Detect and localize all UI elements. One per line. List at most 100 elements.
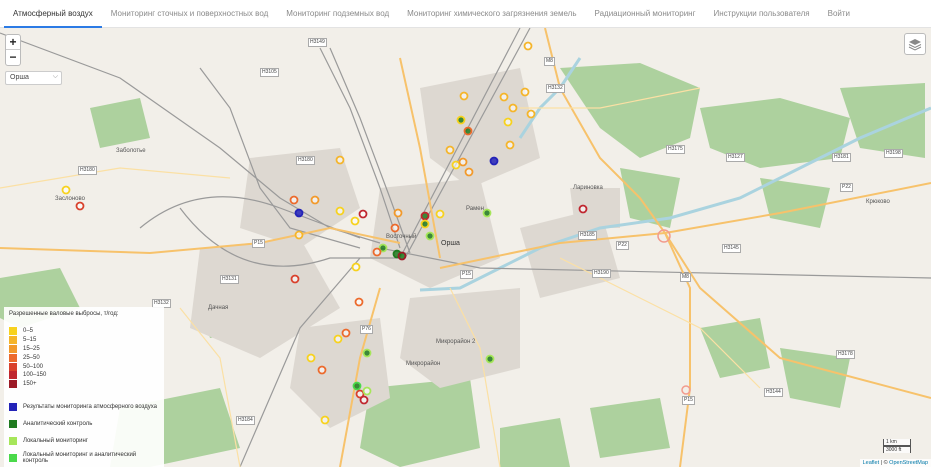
enterprise-marker[interactable]: [320, 415, 330, 425]
enterprise-marker[interactable]: [482, 208, 492, 218]
legend-scale-item: 50–100: [9, 362, 159, 371]
enterprise-marker[interactable]: [520, 87, 530, 97]
enterprise-marker[interactable]: [397, 251, 407, 261]
enterprise-marker[interactable]: [445, 145, 455, 155]
enterprise-marker[interactable]: [508, 103, 518, 113]
enterprise-marker[interactable]: [526, 109, 536, 119]
road-label: H3178: [836, 350, 855, 359]
legend-swatch: [9, 380, 17, 389]
tab-radiation-monitoring[interactable]: Радиационный мониторинг: [586, 0, 705, 28]
tab-user-instructions[interactable]: Инструкции пользователя: [705, 0, 819, 28]
enterprise-marker[interactable]: [294, 230, 304, 240]
tab-atmospheric-air[interactable]: Атмосферный воздух: [4, 0, 102, 28]
leaflet-link[interactable]: Leaflet: [863, 460, 880, 466]
enterprise-marker[interactable]: [456, 115, 466, 125]
enterprise-marker[interactable]: [464, 167, 474, 177]
legend-category-label: Локальный мониторинг и аналитический кон…: [22, 452, 137, 465]
osm-link[interactable]: OpenStreetMap: [889, 460, 928, 466]
enterprise-marker[interactable]: [393, 208, 403, 218]
legend-scale-label: 5–15: [23, 337, 37, 344]
scale-km: 1 km: [883, 439, 911, 446]
enterprise-marker[interactable]: [294, 208, 304, 218]
enterprise-marker[interactable]: [290, 274, 300, 284]
enterprise-marker[interactable]: [362, 348, 372, 358]
login-link[interactable]: Войти: [819, 0, 859, 28]
enterprise-marker[interactable]: [420, 211, 430, 221]
place-label-larinovka: Лариновка: [573, 185, 603, 191]
enterprise-marker[interactable]: [459, 91, 469, 101]
legend-swatch: [9, 344, 17, 353]
road-label: H3198: [884, 149, 903, 158]
legend-scale-item: 150+: [9, 380, 159, 389]
enterprise-marker[interactable]: [489, 156, 499, 166]
tab-soil-contamination[interactable]: Мониторинг химического загрязнения земел…: [398, 0, 585, 28]
enterprise-marker[interactable]: [351, 262, 361, 272]
top-navigation: Атмосферный воздух Мониторинг сточных и …: [0, 0, 931, 28]
zoom-in-button[interactable]: +: [6, 35, 20, 50]
enterprise-marker[interactable]: [372, 247, 382, 257]
enterprise-marker[interactable]: [306, 353, 316, 363]
enterprise-marker[interactable]: [362, 386, 372, 396]
legend-scale-item: 100–150: [9, 371, 159, 380]
enterprise-marker[interactable]: [485, 354, 495, 364]
legend-scale: 0–5 5–15 15–25 25–50 50–100 100–150 150+: [9, 327, 159, 389]
enterprise-marker[interactable]: [390, 223, 400, 233]
enterprise-marker[interactable]: [75, 201, 85, 211]
enterprise-marker[interactable]: [463, 126, 473, 136]
enterprise-marker[interactable]: [458, 157, 468, 167]
enterprise-marker[interactable]: [350, 216, 360, 226]
enterprise-marker[interactable]: [310, 195, 320, 205]
legend-scale-item: 5–15: [9, 336, 159, 345]
legend-scale-item: 15–25: [9, 344, 159, 354]
enterprise-marker[interactable]: [358, 209, 368, 219]
place-label-orsha: Орша: [441, 240, 460, 247]
enterprise-marker[interactable]: [317, 365, 327, 375]
layers-icon: [908, 39, 922, 51]
enterprise-marker[interactable]: [352, 381, 362, 391]
road-label: H3145: [722, 244, 741, 253]
enterprise-marker[interactable]: [435, 209, 445, 219]
enterprise-marker[interactable]: [333, 334, 343, 344]
enterprise-marker[interactable]: [359, 395, 369, 405]
enterprise-marker[interactable]: [341, 328, 351, 338]
legend-scale-label: 100–150: [23, 372, 47, 379]
layers-button[interactable]: [904, 33, 926, 55]
map-container[interactable]: Орша Восточный Микрорайон 2 Микрорайон Д…: [0, 28, 931, 467]
place-label-ramen: Рамен: [466, 206, 484, 212]
zoom-out-button[interactable]: −: [6, 50, 20, 65]
enterprise-marker[interactable]: [451, 160, 461, 170]
legend-category-item: Локальный мониторинг: [9, 437, 159, 446]
legend-scale-label: 25–50: [23, 354, 40, 361]
enterprise-marker[interactable]: [578, 204, 588, 214]
city-select[interactable]: Орша ⌵: [5, 71, 62, 85]
enterprise-marker[interactable]: [505, 140, 515, 150]
enterprise-marker[interactable]: [335, 155, 345, 165]
tab-groundwater-monitoring[interactable]: Мониторинг подземных вод: [277, 0, 398, 28]
enterprise-marker[interactable]: [354, 297, 364, 307]
legend-swatch: [9, 454, 17, 463]
road-label: H3190: [592, 269, 611, 278]
legend-scale-label: 150+: [23, 381, 37, 388]
enterprise-marker[interactable]: [523, 41, 533, 51]
road-label: H3181: [832, 153, 851, 162]
legend-swatch: [9, 336, 17, 345]
road-label: P22: [840, 183, 853, 192]
enterprise-marker[interactable]: [289, 195, 299, 205]
road-label: H3185: [578, 231, 597, 240]
enterprise-marker[interactable]: [335, 206, 345, 216]
enterprise-marker[interactable]: [420, 219, 430, 229]
enterprise-marker[interactable]: [499, 92, 509, 102]
tab-wastewater-monitoring[interactable]: Мониторинг сточных и поверхностных вод: [102, 0, 277, 28]
road-label: H3180: [78, 166, 97, 175]
place-label-mikrorayon: Микрорайон: [406, 361, 441, 367]
legend-scale-item: 0–5: [9, 327, 159, 336]
place-label-dachnaya: Дачная: [208, 305, 229, 311]
attribution: Leaflet | © OpenStreetMap: [859, 459, 931, 467]
road-label: H3105: [260, 68, 279, 77]
legend-scale-label: 15–25: [23, 345, 40, 352]
enterprise-marker[interactable]: [61, 185, 71, 195]
enterprise-marker[interactable]: [503, 117, 513, 127]
enterprise-marker[interactable]: [425, 231, 435, 241]
legend-title: Разрешенные валовые выбросы, т/год:: [9, 311, 119, 317]
road-label: P22: [616, 241, 629, 250]
